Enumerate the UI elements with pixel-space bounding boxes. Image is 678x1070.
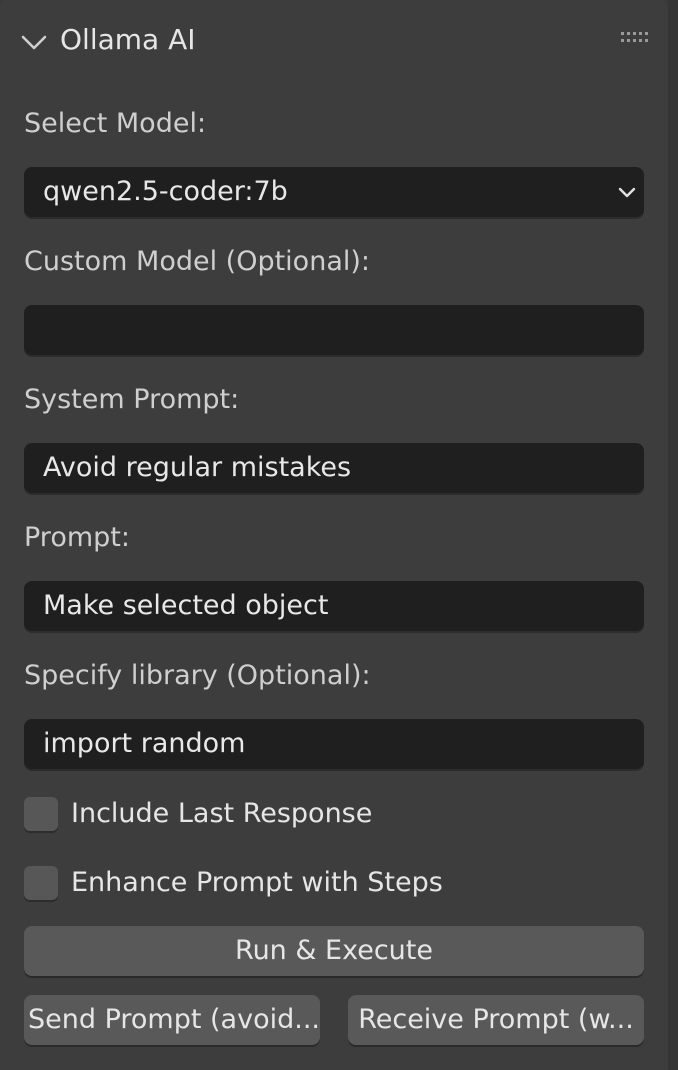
prompt-input[interactable]: Make selected object [24, 581, 644, 631]
enhance-prompt-label: Enhance Prompt with Steps [71, 867, 443, 898]
model-select-dropdown[interactable]: qwen2.5-coder:7b [24, 167, 644, 217]
custom-model-label: Custom Model (Optional): [24, 246, 370, 277]
custom-model-input[interactable] [24, 305, 644, 355]
run-execute-button[interactable]: Run & Execute [24, 926, 644, 976]
ollama-ai-panel: Ollama AI Select Model: qwen2.5-coder:7b… [0, 0, 668, 1070]
enhance-prompt-checkbox[interactable] [24, 866, 58, 900]
send-prompt-button[interactable]: Send Prompt (avoid... [24, 995, 320, 1045]
panel-title: Ollama AI [60, 23, 196, 56]
enhance-prompt-option[interactable]: Enhance Prompt with Steps [24, 863, 644, 903]
include-last-response-checkbox[interactable] [24, 797, 58, 831]
include-last-response-option[interactable]: Include Last Response [24, 794, 644, 834]
receive-prompt-button[interactable]: Receive Prompt (w... [348, 995, 644, 1045]
include-last-response-label: Include Last Response [71, 798, 373, 829]
editor-edge-strip [668, 0, 678, 1070]
chevron-down-icon [618, 187, 636, 198]
system-prompt-label: System Prompt: [24, 384, 240, 415]
model-select-value: qwen2.5-coder:7b [43, 176, 288, 207]
drag-handle-icon[interactable] [620, 30, 648, 46]
panel-header[interactable]: Ollama AI [0, 0, 668, 80]
chevron-down-icon[interactable] [20, 30, 48, 54]
system-prompt-input[interactable]: Avoid regular mistakes [24, 443, 644, 493]
library-input[interactable]: import random [24, 719, 644, 769]
select-model-label: Select Model: [24, 108, 207, 139]
prompt-label: Prompt: [24, 522, 130, 553]
library-label: Specify library (Optional): [24, 660, 371, 691]
